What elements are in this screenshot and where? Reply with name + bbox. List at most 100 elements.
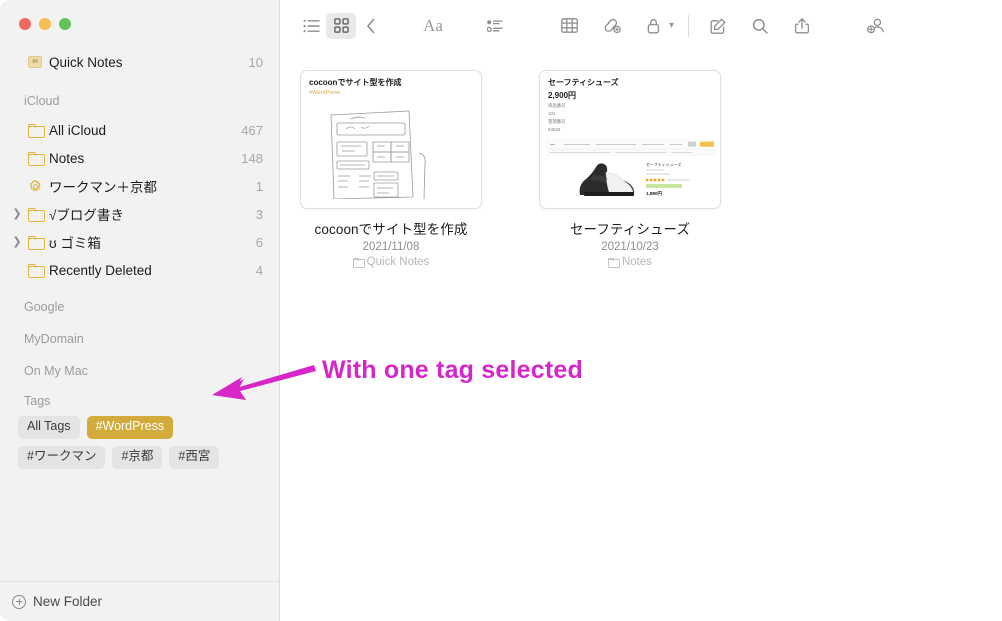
- sidebar-item-recently-deleted[interactable]: › Recently Deleted 4: [0, 256, 279, 284]
- tag-list: All Tags #WordPress #ワークマン #京都 #西宮: [0, 414, 240, 469]
- folder-icon: [24, 124, 46, 138]
- minimize-window-button[interactable]: [39, 18, 51, 30]
- sidebar-item-label: All iCloud: [49, 122, 107, 138]
- sidebar-footer: New Folder: [0, 581, 279, 621]
- tag-all-tags[interactable]: All Tags: [18, 416, 80, 439]
- note-date: 2021/10/23: [601, 241, 659, 253]
- note-title: セーフティシューズ: [569, 222, 691, 237]
- add-link-button[interactable]: [596, 13, 626, 39]
- sidebar-item-label: √ブログ書き: [49, 208, 124, 223]
- collaborate-button[interactable]: [861, 13, 891, 39]
- sidebar-section-icloud: iCloud: [24, 94, 60, 108]
- note-folder: Quick Notes: [300, 256, 482, 268]
- sidebar-item-gomibako[interactable]: ❯ ʊ ゴミ箱 6: [0, 228, 279, 256]
- note-caption: セーフティシューズ 2021/10/23 Notes: [539, 209, 721, 268]
- sidebar-item-count: 6: [255, 234, 263, 250]
- sidebar-item-all-icloud[interactable]: › All iCloud 467: [0, 116, 279, 144]
- folder-icon: [24, 152, 46, 166]
- disclosure-triangle-icon[interactable]: ❯: [10, 236, 24, 248]
- sidebar-item-label: Notes: [49, 150, 85, 166]
- thumbnail-header: セーフティシューズ 2,900円 商品番号 101 管理番号 53034: [540, 71, 720, 134]
- tag-kyoto[interactable]: #京都: [112, 445, 163, 469]
- folder-icon: [607, 258, 620, 268]
- note-folder-label: Notes: [621, 256, 653, 268]
- sidebar-item-quick-notes[interactable]: › 84 Quick Notes 10: [0, 48, 279, 76]
- svg-text:1,880円: 1,880円: [646, 190, 662, 197]
- gear-icon: [24, 179, 46, 194]
- sidebar: › 84 Quick Notes 10 iCloud › All iCloud …: [0, 0, 280, 621]
- tag-nishinomiya[interactable]: #西宮: [169, 445, 220, 469]
- note-folder-label: Quick Notes: [366, 256, 430, 268]
- note-thumbnail[interactable]: セーフティシューズ 2,900円 商品番号 101 管理番号 53034 セーフ…: [539, 70, 721, 209]
- thumbnail-price: 2,900円: [548, 91, 577, 100]
- sidebar-section-on-my-mac[interactable]: On My Mac: [0, 356, 279, 386]
- compose-button[interactable]: [703, 13, 733, 39]
- thumbnail-line: 101: [548, 110, 556, 116]
- sidebar-scroll-area[interactable]: › 84 Quick Notes 10 iCloud › All iCloud …: [0, 48, 279, 581]
- toolbar: Aa ▾: [280, 0, 1002, 51]
- sidebar-section-mydomain[interactable]: MyDomain: [0, 324, 279, 354]
- tag-wordpress[interactable]: #WordPress: [86, 416, 174, 439]
- sidebar-item-workman-kyoto[interactable]: › ワークマン＋京都 1: [0, 172, 279, 200]
- main-content: Aa ▾ cocoonでサイト型を作成 #WordPress cocoonでサイ…: [280, 0, 1002, 621]
- sidebar-item-blog-gaki[interactable]: ❯ √ブログ書き 3: [0, 200, 279, 228]
- close-window-button[interactable]: [19, 18, 31, 30]
- sidebar-item-count: 148: [241, 150, 263, 166]
- sidebar-item-count: 10: [248, 54, 263, 70]
- sidebar-item-label: ʊ ゴミ箱: [49, 236, 101, 251]
- sidebar-item-label: Recently Deleted: [49, 262, 152, 278]
- back-button[interactable]: [356, 13, 386, 39]
- gallery-view-button[interactable]: [326, 12, 356, 39]
- plus-circle-icon: [12, 594, 26, 609]
- sidebar-item-count: 4: [255, 262, 263, 278]
- chevron-down-icon[interactable]: ▾: [669, 20, 674, 31]
- toolbar-divider: [688, 14, 690, 37]
- note-thumbnail[interactable]: cocoonでサイト型を作成 #WordPress: [300, 70, 482, 209]
- window-traffic-lights: [19, 18, 71, 30]
- new-folder-label: New Folder: [33, 594, 103, 609]
- thumbnail-line: 53034: [548, 127, 561, 133]
- quick-notes-icon: 84: [24, 56, 46, 68]
- sidebar-item-label: ワークマン＋京都: [49, 180, 157, 195]
- sidebar-section-tags: Tags: [24, 394, 51, 408]
- sidebar-item-count: 467: [241, 122, 263, 138]
- product-screenshot-image: セーフティシューズ 1,880円: [540, 138, 720, 201]
- sidebar-item-count: 3: [255, 206, 263, 222]
- format-button[interactable]: Aa: [418, 13, 448, 39]
- note-date: 2021/11/08: [362, 241, 420, 253]
- notes-gallery-grid: cocoonでサイト型を作成 #WordPress cocoonでサイト型を作成…: [280, 70, 1002, 268]
- svg-text:セーフティシューズ: セーフティシューズ: [646, 161, 681, 167]
- share-button[interactable]: [787, 13, 817, 39]
- note-folder: Notes: [539, 256, 721, 268]
- list-view-button[interactable]: [296, 13, 326, 39]
- wireframe-sketch-image: [330, 110, 426, 199]
- lock-button[interactable]: [638, 13, 668, 39]
- thumbnail-header: cocoonでサイト型を作成 #WordPress: [301, 71, 481, 96]
- note-card[interactable]: cocoonでサイト型を作成 #WordPress cocoonでサイト型を作成…: [300, 70, 482, 268]
- sidebar-item-notes[interactable]: › Notes 148: [0, 144, 279, 172]
- thumbnail-title: cocoonでサイト型を作成: [309, 78, 402, 87]
- note-title: cocoonでサイト型を作成: [314, 222, 468, 237]
- sidebar-item-label: Quick Notes: [49, 54, 123, 70]
- note-caption: cocoonでサイト型を作成 2021/11/08 Quick Notes: [300, 209, 482, 268]
- new-folder-button[interactable]: New Folder: [12, 594, 102, 609]
- aa-format-icon: Aa: [423, 15, 443, 35]
- search-button[interactable]: [745, 13, 775, 39]
- checklist-button[interactable]: [480, 13, 510, 39]
- sidebar-section-google[interactable]: Google: [0, 292, 279, 322]
- thumbnail-title: セーフティシューズ: [548, 78, 619, 87]
- thumbnail-tag: #WordPress: [309, 90, 341, 96]
- disclosure-triangle-icon[interactable]: ❯: [10, 208, 24, 220]
- folder-icon: [24, 208, 46, 222]
- table-button[interactable]: [554, 13, 584, 39]
- folder-icon: [24, 236, 46, 250]
- thumbnail-line: 管理番号: [548, 119, 566, 125]
- folder-icon: [24, 264, 46, 278]
- notes-app-window: › 84 Quick Notes 10 iCloud › All iCloud …: [0, 0, 1002, 621]
- sidebar-item-count: 1: [255, 178, 263, 194]
- maximize-window-button[interactable]: [59, 18, 71, 30]
- thumbnail-line: 商品番号: [548, 102, 566, 108]
- folder-icon: [352, 258, 365, 268]
- note-card[interactable]: セーフティシューズ 2,900円 商品番号 101 管理番号 53034 セーフ…: [539, 70, 721, 268]
- tag-workman[interactable]: #ワークマン: [18, 445, 106, 469]
